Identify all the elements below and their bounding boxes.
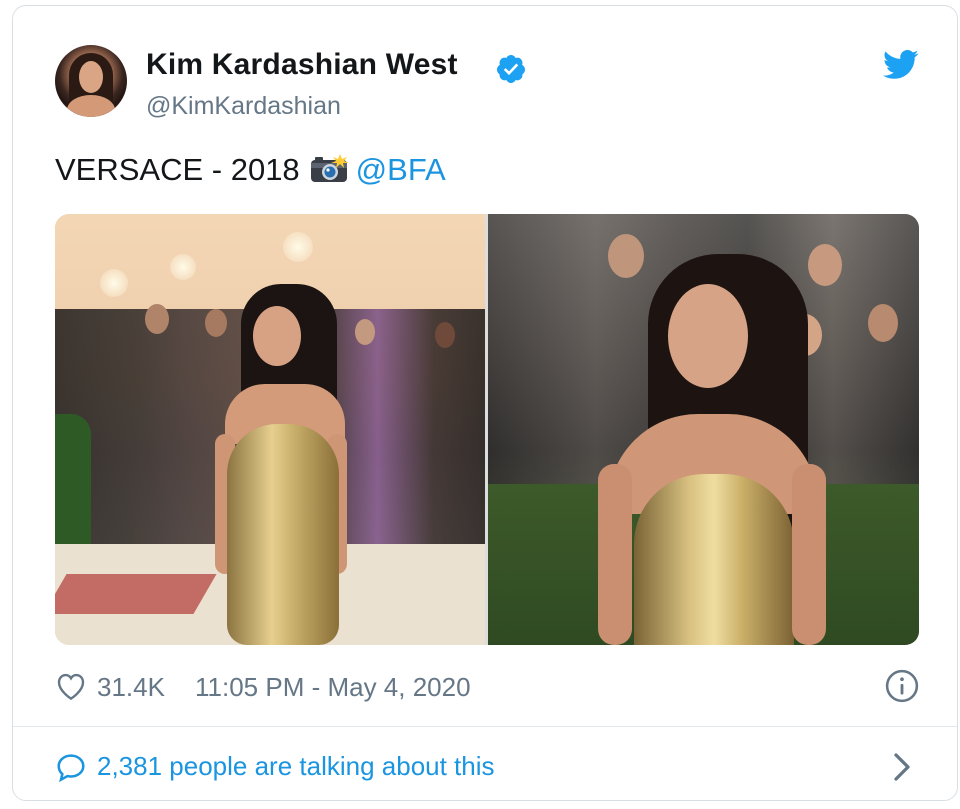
tweet-body: VERSACE - 2018 — [55, 152, 300, 187]
tweet-text: VERSACE - 2018 @BFA — [55, 152, 446, 188]
divider — [13, 726, 957, 727]
heart-icon[interactable] — [55, 671, 87, 701]
like-count[interactable]: 31.4K — [97, 672, 165, 703]
tweet-timestamp[interactable]: 11:05 PM - May 4, 2020 — [195, 672, 471, 703]
author-display-name[interactable]: Kim Kardashian West — [146, 48, 458, 82]
chevron-right-icon[interactable] — [891, 752, 913, 782]
photo-left[interactable] — [55, 214, 485, 645]
twitter-bird-icon[interactable] — [883, 50, 919, 80]
avatar[interactable] — [55, 45, 127, 117]
conversation-link[interactable]: 2,381 people are talking about this — [97, 751, 495, 782]
info-icon[interactable] — [885, 669, 919, 703]
author-handle[interactable]: @KimKardashian — [146, 92, 341, 121]
comment-bubble-icon[interactable] — [55, 752, 87, 782]
photo-right[interactable] — [488, 214, 919, 645]
verified-badge-icon — [496, 55, 525, 83]
tweet-card[interactable]: Kim Kardashian West @KimKardashian VERSA… — [12, 5, 958, 801]
mention-link[interactable]: @BFA — [356, 152, 446, 187]
media-grid[interactable] — [55, 214, 919, 645]
camera-with-flash-icon — [310, 154, 350, 184]
